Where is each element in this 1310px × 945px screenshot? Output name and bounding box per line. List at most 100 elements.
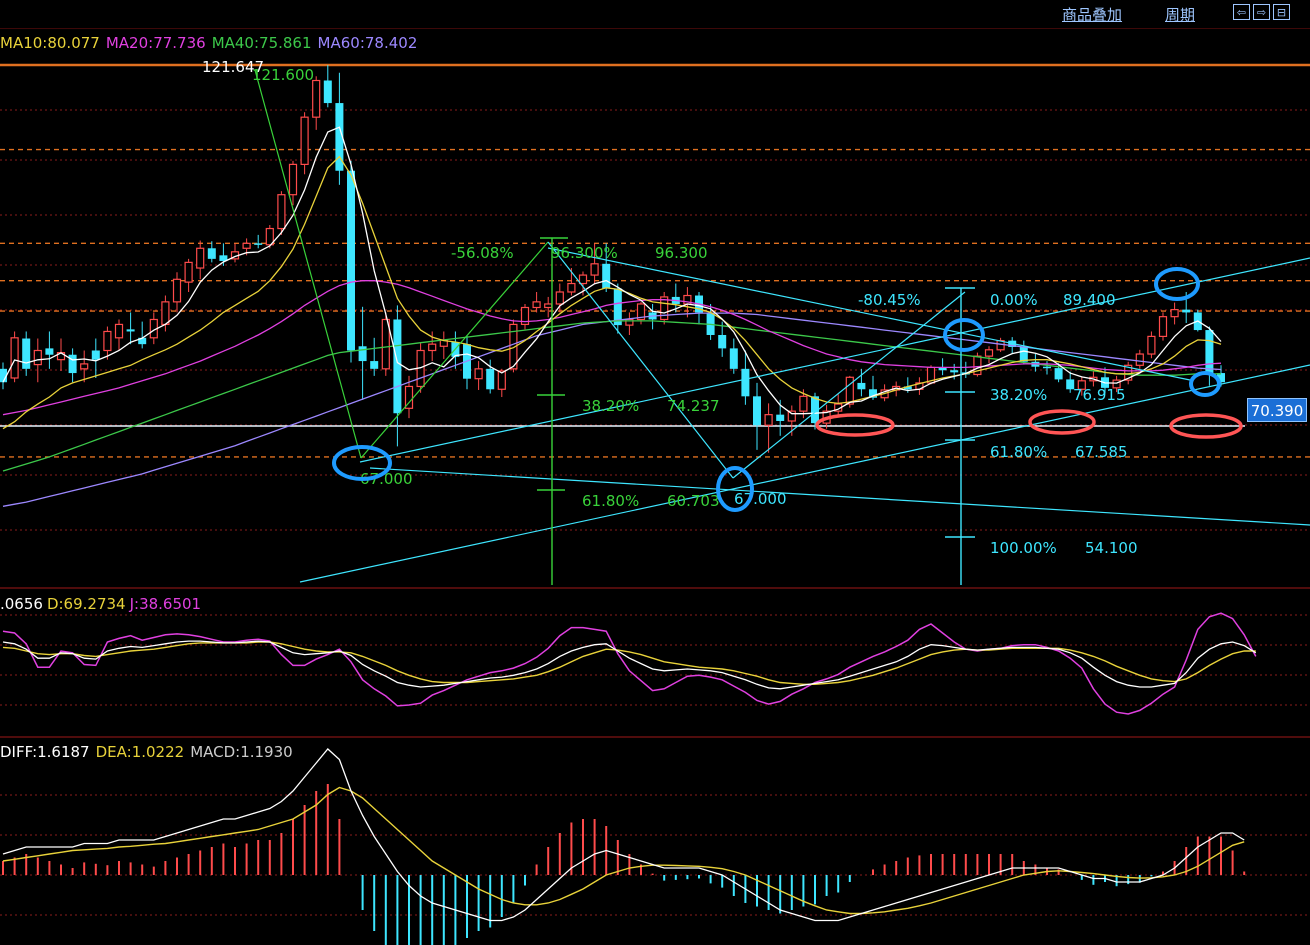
fib-level-label: 67.585	[1075, 443, 1128, 461]
macd-dea-line	[2, 786, 1245, 915]
trend-line	[369, 467, 1310, 526]
candle-body	[1170, 309, 1179, 318]
candle-body	[10, 337, 19, 379]
kdj-k-line	[2, 640, 1257, 690]
fib-level-label: 74.237	[667, 397, 720, 415]
candle-body	[1147, 335, 1156, 355]
ma60-legend: MA60:78.402	[317, 34, 418, 52]
fib-level-label: 61.80%	[582, 492, 639, 510]
candle-body	[370, 361, 379, 369]
kdj-j-legend: J:38.6501	[129, 595, 202, 613]
candle-body	[602, 263, 611, 289]
candle-body	[950, 370, 959, 373]
fib-level-label: 38.20%	[582, 397, 639, 415]
candle-body	[741, 368, 750, 397]
trend-line	[547, 241, 734, 479]
scroll-right-icon[interactable]: ⇨	[1253, 4, 1270, 20]
candle-body	[799, 395, 808, 412]
top-toolbar: 商品叠加 周期 ⇦ ⇨ ⊟	[0, 0, 1310, 28]
candle-body	[1158, 316, 1168, 338]
ma40-legend: MA40:75.861	[211, 34, 312, 52]
ma20-legend: MA20:77.736	[105, 34, 206, 52]
trend-line	[359, 257, 1310, 463]
candle-body	[857, 382, 866, 390]
kdj-d-line	[2, 641, 1256, 685]
candle-body	[347, 170, 355, 351]
macd-value-legend: MACD:1.1930	[190, 743, 293, 761]
kdj-k-legend: .0656	[0, 595, 43, 613]
ma-legend: MA10:80.077 MA20:77.736 MA40:75.861 MA60:78…	[0, 34, 423, 52]
candle-body	[474, 368, 483, 380]
candle-body	[428, 343, 437, 352]
candle-body	[532, 301, 541, 309]
overlay-security-link[interactable]: 商品叠加	[1062, 4, 1122, 25]
low-price-label: 67.000	[734, 490, 787, 508]
candle-body	[984, 349, 994, 357]
candle-body	[1135, 353, 1144, 366]
candle-body	[161, 301, 170, 326]
highlight-circle	[1189, 371, 1221, 397]
candle-body	[486, 368, 495, 390]
fib-level-label: -80.45%	[858, 291, 921, 309]
current-price-tag: 70.390	[1247, 398, 1307, 422]
candle-body	[45, 348, 54, 355]
macd-legend: DIFF:1.6187 DEA:1.0222 MACD:1.1930	[0, 743, 299, 761]
candle-body	[254, 243, 263, 245]
candle-body	[729, 348, 738, 369]
candle-body	[718, 334, 727, 349]
candle-body	[114, 323, 124, 339]
candle-body	[776, 414, 785, 421]
candle-body	[1205, 330, 1214, 374]
candle-body	[184, 261, 193, 283]
candle-body	[80, 363, 89, 370]
macd-diff-line	[2, 748, 1245, 922]
kdj-d-legend: D:69.2734	[46, 595, 126, 613]
candle-body	[33, 349, 42, 366]
candle-body	[358, 346, 367, 362]
high-price-label: 121.600	[252, 66, 314, 84]
ma10-legend: MA10:80.077	[0, 34, 100, 52]
candle-body	[312, 79, 321, 118]
stock-chart[interactable]: -56.08% 96.300% 96.300 38.20% 74.237 61.80% 60…	[0, 0, 1310, 945]
candle-body	[91, 350, 100, 360]
candle-body	[753, 396, 761, 426]
candle-body	[555, 291, 564, 305]
candle-body	[845, 376, 854, 405]
candle-body	[126, 329, 135, 332]
fib-level-label: 38.20%	[990, 386, 1047, 404]
fib-level-label: 60.703	[667, 492, 720, 510]
fib-level-label: 76.915	[1073, 386, 1126, 404]
scroll-left-icon[interactable]: ⇦	[1233, 4, 1250, 20]
fib-level-label: 0.00%	[990, 291, 1038, 309]
macd-diff-legend: DIFF:1.6187	[0, 743, 90, 761]
candle-body	[567, 282, 576, 293]
fib-level-label: 54.100	[1085, 539, 1138, 557]
fib-level-label: 96.300	[655, 244, 708, 262]
candle-body	[172, 278, 182, 303]
candle-body	[277, 194, 286, 230]
fib-level-label: 100.00%	[990, 539, 1057, 557]
candle-body	[590, 263, 599, 276]
candle-body	[393, 319, 402, 414]
period-link[interactable]: 周期	[1165, 4, 1195, 25]
candle-body	[323, 80, 332, 104]
candle-body	[196, 247, 205, 269]
candle-body	[207, 248, 216, 259]
candle-body	[1054, 368, 1063, 380]
candle-body	[103, 330, 112, 352]
macd-dea-legend: DEA:1.0222	[95, 743, 185, 761]
highlight-circle	[1028, 409, 1096, 435]
fib-level-label: 96.300%	[551, 244, 618, 262]
candle-body	[1182, 309, 1191, 313]
candle-body	[300, 116, 309, 165]
candle-body	[242, 242, 251, 249]
candle-body	[1019, 346, 1028, 362]
candle-body	[288, 163, 298, 196]
candle-body	[497, 370, 506, 390]
layout-panel-icon[interactable]: ⊟	[1273, 4, 1290, 20]
kdj-j-line	[2, 612, 1257, 715]
fib-level-label: 89.400	[1063, 291, 1116, 309]
fib-level-label: 61.80%	[990, 443, 1047, 461]
candle-body	[764, 414, 773, 426]
kdj-legend: .0656 D:69.2734 J:38.6501	[0, 595, 207, 613]
